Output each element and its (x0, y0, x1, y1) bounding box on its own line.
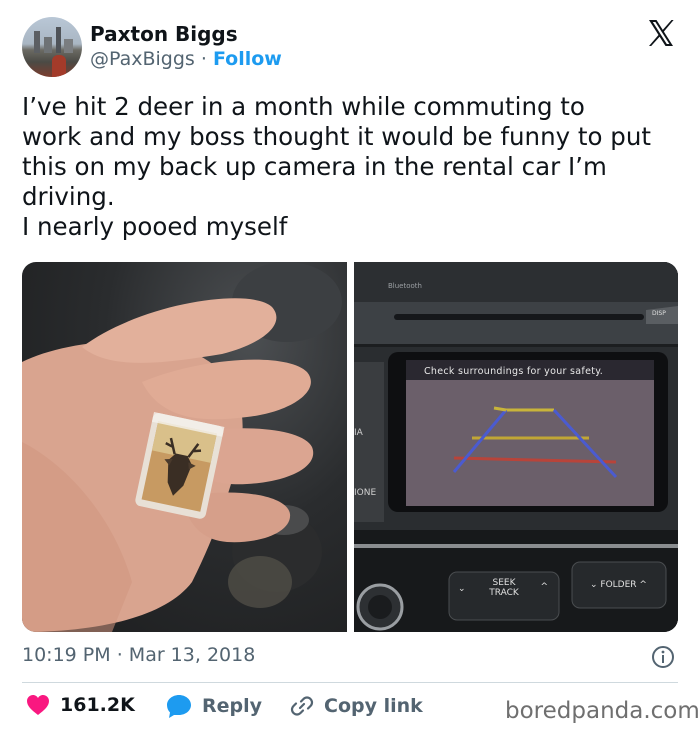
side-label-a: IA (354, 428, 363, 438)
copy-link-label: Copy link (324, 695, 423, 717)
chevron-down-icon: ⌄ (458, 584, 466, 594)
seek-label: SEEK (492, 578, 516, 588)
like-button[interactable]: 161.2K (26, 694, 135, 716)
tweet-line: this on my back up camera in the rental … (22, 152, 607, 181)
copy-link-button[interactable]: Copy link (290, 694, 423, 718)
handle-row: @PaxBiggs · Follow (90, 48, 282, 70)
info-icon[interactable] (651, 645, 675, 669)
tweet-date: Mar 13, 2018 (128, 644, 256, 666)
hand-illustration (22, 262, 342, 632)
bluetooth-label: Bluetooth (388, 282, 422, 290)
reply-bubble-icon (167, 695, 191, 718)
chevron-down-icon: ⌄ (590, 580, 601, 590)
follow-button[interactable]: Follow (213, 48, 282, 70)
folder-button: ⌄ FOLDER ^ (590, 580, 647, 590)
watermark: boredpanda.com (505, 698, 700, 724)
handle[interactable]: @PaxBiggs (90, 48, 195, 70)
chevron-up-icon: ^ (540, 582, 548, 592)
tweet-time: 10:19 PM (22, 644, 111, 666)
divider (22, 682, 678, 683)
link-icon (290, 696, 314, 716)
chevron-up-icon: ^ (636, 580, 647, 590)
handle-separator: · (200, 48, 207, 70)
like-count: 161.2K (60, 694, 135, 716)
disp-label: DISP (652, 310, 666, 317)
tweet-timestamp[interactable]: 10:19 PM · Mar 13, 2018 (22, 644, 255, 666)
timestamp-separator: · (116, 644, 123, 666)
tweet-line: I’ve hit 2 deer in a month while commuti… (22, 92, 585, 121)
tweet-line: I nearly pooed myself (22, 212, 288, 241)
tweet-line: driving. (22, 182, 115, 211)
reply-label: Reply (202, 695, 263, 717)
reply-button[interactable]: Reply (166, 694, 262, 718)
tweet-text: I’ve hit 2 deer in a month while commuti… (22, 92, 682, 242)
heart-icon (27, 695, 49, 715)
tweet-media[interactable]: Bluetooth DISP IA IONE Check surrounding… (22, 262, 678, 632)
track-label: TRACK (489, 588, 519, 598)
seek-track-button: ⌄ SEEK TRACK ^ (458, 578, 550, 598)
x-logo-icon[interactable] (646, 18, 676, 48)
photo-hand-deer-sticker[interactable] (22, 262, 347, 632)
camera-safety-message: Check surroundings for your safety. (424, 366, 604, 377)
dashboard-illustration (354, 262, 678, 632)
side-label-b: IONE (354, 488, 377, 498)
photo-backup-camera-screen[interactable]: Bluetooth DISP IA IONE Check surrounding… (354, 262, 678, 632)
avatar[interactable] (22, 17, 82, 77)
tweet-line: work and my boss thought it would be fun… (22, 122, 651, 151)
folder-label: FOLDER (600, 580, 637, 590)
display-name[interactable]: Paxton Biggs (90, 22, 238, 46)
